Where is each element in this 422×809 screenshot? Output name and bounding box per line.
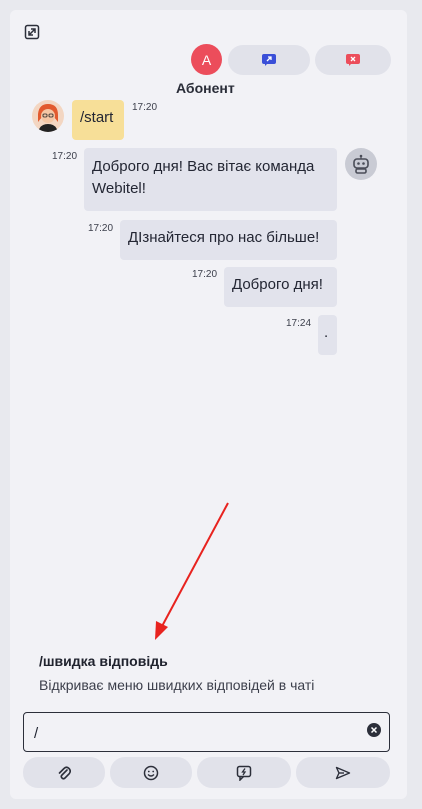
message-text: /start xyxy=(80,109,114,126)
send-icon xyxy=(335,766,351,779)
close-chat-button[interactable] xyxy=(315,45,391,75)
transfer-icon xyxy=(262,54,276,66)
message-input-box[interactable] xyxy=(23,712,390,752)
send-button[interactable] xyxy=(296,757,390,788)
bot-avatar xyxy=(345,148,377,180)
paperclip-icon xyxy=(58,765,71,780)
message-bubble-bot: Доброго дня! xyxy=(224,267,337,307)
subscriber-label: Абонент xyxy=(176,80,235,96)
message-time: 17:20 xyxy=(132,102,158,113)
quick-reply-description: Відкриває меню швидких відповідей в чаті xyxy=(39,677,315,693)
message-input[interactable] xyxy=(32,721,356,745)
subscriber-avatar: A xyxy=(191,44,222,75)
client-avatar-icon xyxy=(32,100,64,132)
message-time: 17:20 xyxy=(88,223,114,234)
attach-button[interactable] xyxy=(23,757,105,788)
message-time: 17:20 xyxy=(192,269,218,280)
smile-icon xyxy=(143,765,159,780)
expand-icon[interactable] xyxy=(24,24,40,40)
client-avatar xyxy=(32,100,64,132)
message-time: 17:24 xyxy=(286,318,312,329)
message-text: . xyxy=(324,324,329,341)
message-bubble-bot: ДІзнайтеся про нас більше! xyxy=(120,220,337,260)
close-chat-icon xyxy=(346,54,360,66)
clear-input-icon[interactable] xyxy=(367,723,381,737)
message-text: Доброго дня! Вас вітає команда Webitel! xyxy=(92,158,315,197)
message-time: 17:20 xyxy=(52,151,78,162)
emoji-button[interactable] xyxy=(110,757,192,788)
quick-reply-button[interactable] xyxy=(197,757,291,788)
annotation-arrow xyxy=(155,502,229,640)
avatar-letter: A xyxy=(201,51,212,68)
message-text: ДІзнайтеся про нас більше! xyxy=(128,229,320,246)
message-bubble-bot: Доброго дня! Вас вітає команда Webitel! xyxy=(84,148,337,211)
transfer-button[interactable] xyxy=(228,45,310,75)
message-text: Доброго дня! xyxy=(232,276,323,293)
robot-icon xyxy=(353,154,369,174)
message-bubble-client: /start xyxy=(72,100,124,140)
message-bubble-bot: . xyxy=(318,315,337,355)
quick-reply-icon xyxy=(236,765,252,781)
quick-reply-title: /швидка відповідь xyxy=(39,653,168,669)
